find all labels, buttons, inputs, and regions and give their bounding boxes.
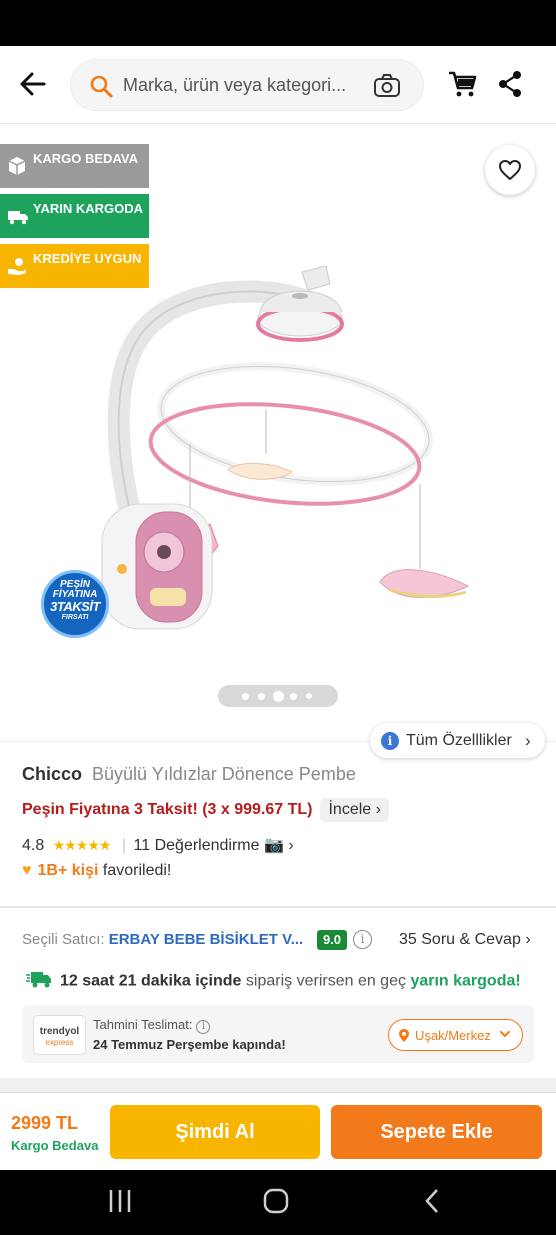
favorite-count-line: ♥ 1B+ kişi favoriledi! [22,862,171,880]
search-placeholder: Marka, ürün veya kategori... [123,75,347,95]
hand-coin-icon [7,256,27,276]
seller-label: Seçili Satıcı: [22,931,105,948]
chevron-right-icon: › [375,801,381,818]
info-icon[interactable]: i [196,1020,211,1034]
logo-sub-text: express [45,1038,74,1047]
installment-line: Peşin Fiyatına 3 Taksit! (3 x 999.67 TL)… [22,798,389,824]
pagination-dot[interactable] [306,693,312,699]
back-nav-icon[interactable] [422,1188,442,1219]
badge-kargo-bedava: KARGO BEDAVA [0,144,149,188]
heart-icon: ♥ [22,862,32,879]
delivery-highlight: yarın kargoda! [410,972,521,990]
installment-review-link[interactable]: İncele › [320,798,389,822]
system-navigation-bar [0,1170,556,1235]
pagination-dot[interactable] [290,693,297,700]
chevron-right-icon: › [525,931,531,948]
seller-score-badge: 9.0 [317,930,347,950]
installment-promo-badge: PEŞİN FİYATINA 3TAKSİT FIRSATI [41,570,109,638]
heart-icon [499,160,521,180]
price: 2999 TL [11,1113,79,1133]
chevron-right-icon: › [525,731,531,750]
section-divider [0,906,556,908]
chevron-right-icon: › [288,837,294,854]
estimated-delivery-date: 24 Temmuz Perşembe kapında! [93,1037,286,1052]
questions-answers-link[interactable]: 35 Soru & Cevap › [399,931,531,949]
installment-text: Peşin Fiyatına 3 Taksit! (3 x 999.67 TL) [22,801,313,818]
purchase-bar: 2999 TL Kargo Bedava Şimdi Al Sepete Ekl… [0,1092,556,1170]
promo-badge-line4: FIRSATI [61,614,89,621]
favorite-text: favoriledi! [102,862,172,879]
estimated-delivery-box: trendyol express Tahmini Teslimat: i 24 T… [22,1005,534,1063]
chevron-down-icon [499,1027,511,1044]
search-icon [89,74,113,98]
truck-icon [7,206,28,226]
product-gallery[interactable]: KARGO BEDAVA YARIN KARGODA KREDİYE UYGUN [0,124,556,734]
top-bar: Marka, ürün veya kategori... [0,46,556,124]
pagination-dot-active[interactable] [273,691,284,702]
fast-truck-icon [26,969,52,994]
buy-now-button[interactable]: Şimdi Al [110,1105,320,1159]
delivery-time: 12 saat 21 dakika içinde [60,972,242,990]
location-pin-icon [398,1028,410,1046]
badge-kargo-label: KARGO BEDAVA [33,151,138,166]
home-icon[interactable] [262,1188,290,1219]
trendyol-express-logo: trendyol express [33,1015,86,1055]
promo-badge-line3: 3TAKSİT [50,599,100,614]
seller-name[interactable]: ERBAY BEBE BİSİKLET V... [109,931,304,948]
pagination-dot[interactable] [242,693,249,700]
product-name: Büyülü Yıldızlar Dönence Pembe [92,764,356,784]
qa-label: 35 Soru & Cevap [399,931,521,948]
estimate-label-text: Tahmini Teslimat: [93,1017,193,1032]
rating-stars: ★★★★★ [52,837,112,853]
location-selector[interactable]: Uşak/Merkez [388,1019,523,1051]
product-title: Chicco Büyülü Yıldızlar Dönence Pembe [22,764,356,785]
logo-main-text: trendyol [39,1026,80,1037]
search-bar[interactable]: Marka, ürün veya kategori... [70,59,424,111]
section-divider [0,1078,556,1092]
pagination-dot[interactable] [258,693,265,700]
rating-line[interactable]: 4.8 ★★★★★ | 11 Değerlendirme 📷 › [22,835,294,855]
delivery-countdown: 12 saat 21 dakika içinde sipariş verirse… [26,969,521,994]
recent-apps-icon[interactable] [108,1188,132,1219]
product-brand[interactable]: Chicco [22,764,82,784]
installment-link-label: İncele [328,801,372,818]
gallery-pagination[interactable] [218,685,338,707]
box-icon [7,156,27,176]
all-specs-button[interactable]: i Tüm Özelllikler › [370,723,545,758]
all-specs-label: Tüm Özelllikler [406,732,512,749]
product-info: Chicco Büyülü Yıldızlar Dönence Pembe Peş… [0,741,556,907]
product-image [101,265,470,630]
location-label: Uşak/Merkez [415,1028,491,1043]
rating-value: 4.8 [22,837,45,854]
info-icon: i [381,732,399,750]
delivery-text: sipariş verirsen en geç [245,972,406,990]
divider: | [121,837,127,854]
status-bar [0,0,556,46]
add-to-cart-button[interactable]: Sepete Ekle [331,1105,542,1159]
camera-search-icon[interactable] [373,73,401,99]
share-icon[interactable] [497,70,523,98]
estimated-delivery-label: Tahmini Teslimat: i [93,1017,211,1034]
free-shipping-label: Kargo Bedava [11,1138,99,1153]
favorite-count: 1B+ kişi [37,862,99,879]
cart-icon[interactable] [447,70,477,98]
favorite-button[interactable] [485,145,535,195]
back-arrow-icon[interactable] [14,68,50,100]
seller-info-icon[interactable]: i [353,930,372,949]
camera-icon: 📷 [263,837,284,854]
review-count: 11 Değerlendirme [133,837,260,854]
